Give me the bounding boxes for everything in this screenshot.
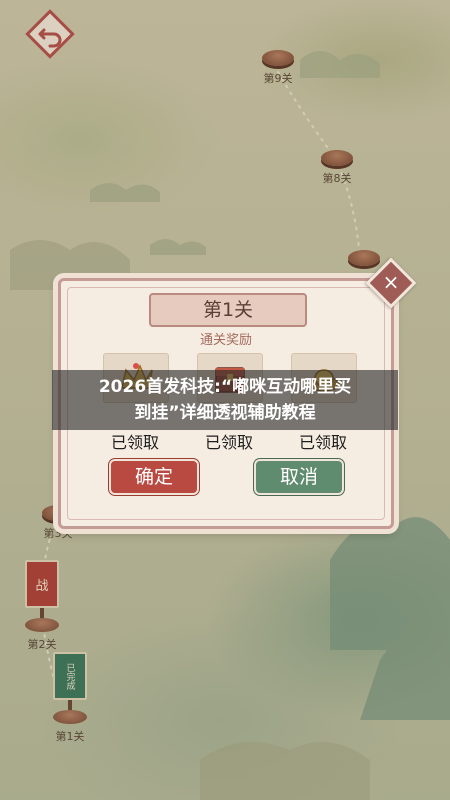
reward-status-1: 已领取 — [110, 433, 159, 452]
reward-status-3: 已领取 — [298, 433, 347, 452]
dialog-title: 第1关 — [149, 293, 307, 327]
cancel-button[interactable]: 取消 — [256, 461, 342, 493]
watermark-banner: 2026首发科技:“嘟咪互动哪里买 到挂”详细透视辅助教程 — [52, 370, 398, 430]
confirm-button[interactable]: 确定 — [111, 461, 197, 493]
close-icon: × — [382, 270, 400, 294]
banner-line-2: 到挂”详细透视辅助教程 — [134, 403, 316, 423]
reward-status-2: 已领取 — [204, 433, 253, 452]
banner-line-1: 2026首发科技:“嘟咪互动哪里买 — [98, 377, 352, 397]
dialog-subtitle: 通关奖励 — [199, 333, 252, 348]
